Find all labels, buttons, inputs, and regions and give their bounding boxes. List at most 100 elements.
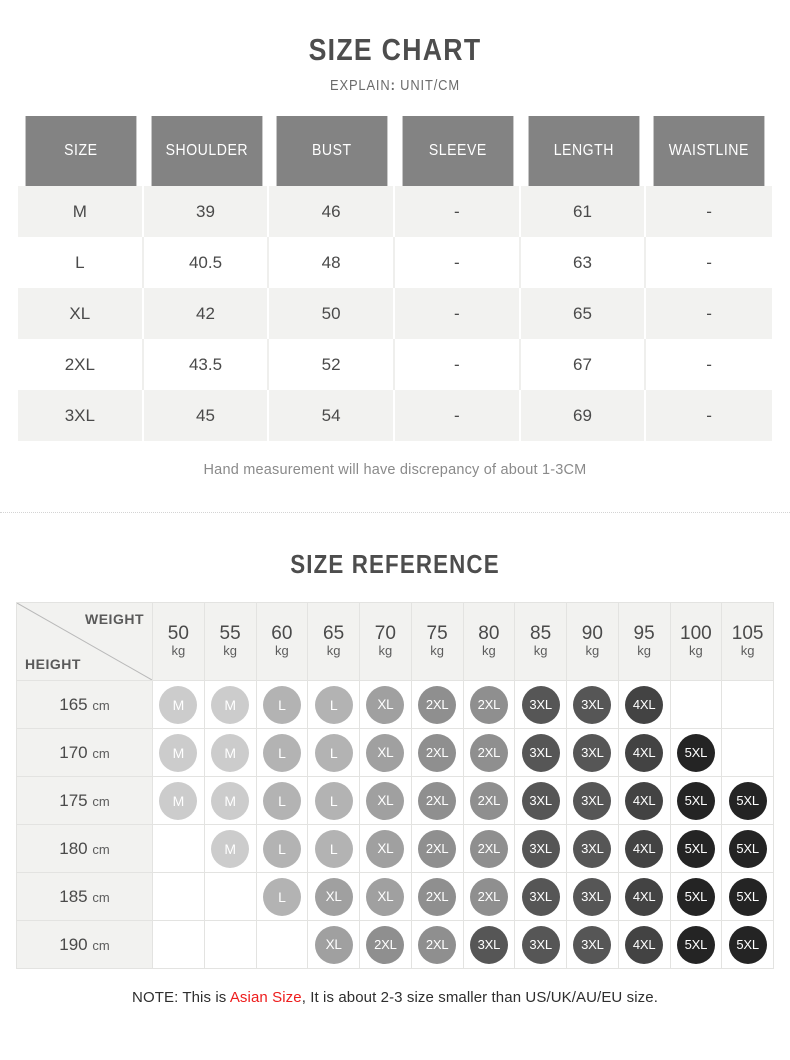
height-label-180: 180 cm: [16, 824, 153, 873]
size-bubble: M: [159, 685, 198, 724]
height-value: 175: [59, 790, 88, 810]
size-bubble: 5XL: [676, 733, 715, 772]
size-cell-180-100: 5XL: [669, 824, 723, 873]
height-unit: cm: [92, 841, 110, 857]
size-cell-190-100: 5XL: [669, 920, 723, 969]
size-bubble: L: [262, 877, 301, 916]
size-cell-190-105: 5XL: [721, 920, 774, 969]
explain-label: EXPLAIN: [330, 77, 391, 94]
size-bubble: XL: [314, 925, 353, 964]
size-bubble: 5XL: [676, 781, 715, 820]
explain-value: UNIT/CM: [400, 77, 460, 94]
size-reference-row: 180 cm M L L XL 2XL 2XL 3XL 3XL 4XL 5XL 5XL: [16, 824, 774, 873]
size-bubble: XL: [366, 877, 405, 916]
size-bubble: XL: [314, 877, 353, 916]
size-bubble: XL: [366, 781, 405, 820]
size-chart-table: SIZE SHOULDER BUST SLEEVE LENGTH WAISTLI…: [18, 116, 772, 441]
size-bubble: L: [314, 781, 353, 820]
size-reference-row: 170 cm M M L L XL 2XL 2XL 3XL 3XL 4XL 5XL: [16, 728, 774, 777]
weight-unit: kg: [223, 643, 237, 659]
size-cell-190-80: 3XL: [462, 920, 516, 969]
cell-bust: 52: [269, 339, 395, 390]
unit-explain: EXPLAIN: UNIT/CM: [55, 77, 734, 94]
cell-sleeve: -: [394, 339, 521, 390]
size-bubble: 4XL: [625, 925, 664, 964]
cell-shoulder: 40.5: [143, 237, 270, 288]
size-cell-185-100: 5XL: [669, 872, 723, 921]
size-cell-190-90: 3XL: [566, 920, 619, 969]
size-cell-180-80: 2XL: [462, 824, 516, 873]
size-cell-empty: [203, 920, 257, 969]
size-cell-190-95: 4XL: [617, 920, 671, 969]
size-cell-175-75: 2XL: [410, 776, 464, 825]
cell-size: M: [18, 186, 144, 237]
size-cell-165-90: 3XL: [566, 680, 619, 729]
size-cell-185-105: 5XL: [721, 872, 774, 921]
cell-bust: 46: [269, 186, 395, 237]
weight-header-55: 55 kg: [203, 602, 257, 681]
size-bubble: 3XL: [573, 925, 612, 964]
size-reference-container: WEIGHT HEIGHT 50 kg 55 kg 60 kg 65 kg 70…: [16, 602, 774, 969]
size-reference-title: SIZE REFERENCE: [290, 549, 500, 579]
weight-header-60: 60 kg: [255, 602, 309, 681]
size-cell-190-65: XL: [307, 920, 360, 969]
size-cell-165-60: L: [255, 680, 309, 729]
size-cell-185-60: L: [255, 872, 309, 921]
weight-value: 95: [633, 623, 655, 645]
weight-header-85: 85 kg: [514, 602, 567, 681]
size-bubble: 2XL: [469, 781, 508, 820]
weight-value: 80: [478, 623, 500, 645]
size-bubble: 5XL: [728, 877, 767, 916]
weight-axis-label: WEIGHT: [85, 611, 144, 627]
cell-size: 3XL: [18, 390, 144, 441]
size-cell-175-50: M: [152, 776, 205, 825]
size-bubble: 3XL: [521, 685, 560, 724]
col-header-length: LENGTH: [528, 116, 639, 186]
size-bubble: L: [314, 685, 353, 724]
size-cell-165-85: 3XL: [514, 680, 567, 729]
height-value: 165: [59, 694, 88, 714]
cell-waistline: -: [646, 339, 772, 390]
size-reference-row: 190 cm XL 2XL 2XL 3XL 3XL 3XL 4XL 5XL 5XL: [16, 920, 774, 969]
col-header-size: SIZE: [25, 116, 137, 186]
size-bubble: 3XL: [573, 781, 612, 820]
height-unit: cm: [92, 937, 110, 953]
size-bubble: 3XL: [521, 733, 560, 772]
weight-header-90: 90 kg: [566, 602, 619, 681]
size-cell-165-65: L: [307, 680, 360, 729]
weight-header-100: 100 kg: [669, 602, 723, 681]
size-cell-180-60: L: [255, 824, 309, 873]
size-bubble: 3XL: [521, 925, 560, 964]
cell-sleeve: -: [394, 186, 521, 237]
size-bubble: 2XL: [469, 733, 508, 772]
cell-bust: 48: [269, 237, 395, 288]
weight-unit: kg: [585, 643, 600, 659]
cell-bust: 50: [269, 288, 395, 339]
size-cell-170-85: 3XL: [514, 728, 567, 777]
size-cell-185-85: 3XL: [514, 872, 567, 921]
note-prefix: NOTE: This is: [132, 989, 230, 1006]
weight-unit: kg: [326, 643, 341, 659]
table-row: 3XL 45 54 - 69 -: [18, 390, 772, 441]
size-bubble: 3XL: [573, 733, 612, 772]
size-bubble: 3XL: [573, 685, 612, 724]
size-cell-165-80: 2XL: [462, 680, 516, 729]
size-cell-empty: [255, 920, 309, 969]
cell-shoulder: 42: [143, 288, 270, 339]
weight-unit: kg: [533, 643, 548, 659]
cell-length: 61: [520, 186, 647, 237]
size-cell-170-70: XL: [359, 728, 412, 777]
size-cell-175-70: XL: [359, 776, 412, 825]
height-label-170: 170 cm: [16, 728, 153, 777]
weight-value: 55: [219, 623, 241, 645]
height-unit: cm: [92, 793, 110, 809]
size-cell-175-95: 4XL: [617, 776, 671, 825]
weight-header-105: 105 kg: [721, 602, 774, 681]
explain-colon: :: [390, 77, 396, 94]
size-reference-row: 175 cm M M L L XL 2XL 2XL 3XL 3XL 4XL 5XL 5XL: [16, 776, 774, 825]
cell-sleeve: -: [394, 237, 521, 288]
cell-size: XL: [18, 288, 144, 339]
weight-value: 75: [426, 623, 448, 645]
note-highlight: Asian Size: [229, 989, 302, 1006]
col-header-waistline: WAISTLINE: [653, 116, 765, 186]
